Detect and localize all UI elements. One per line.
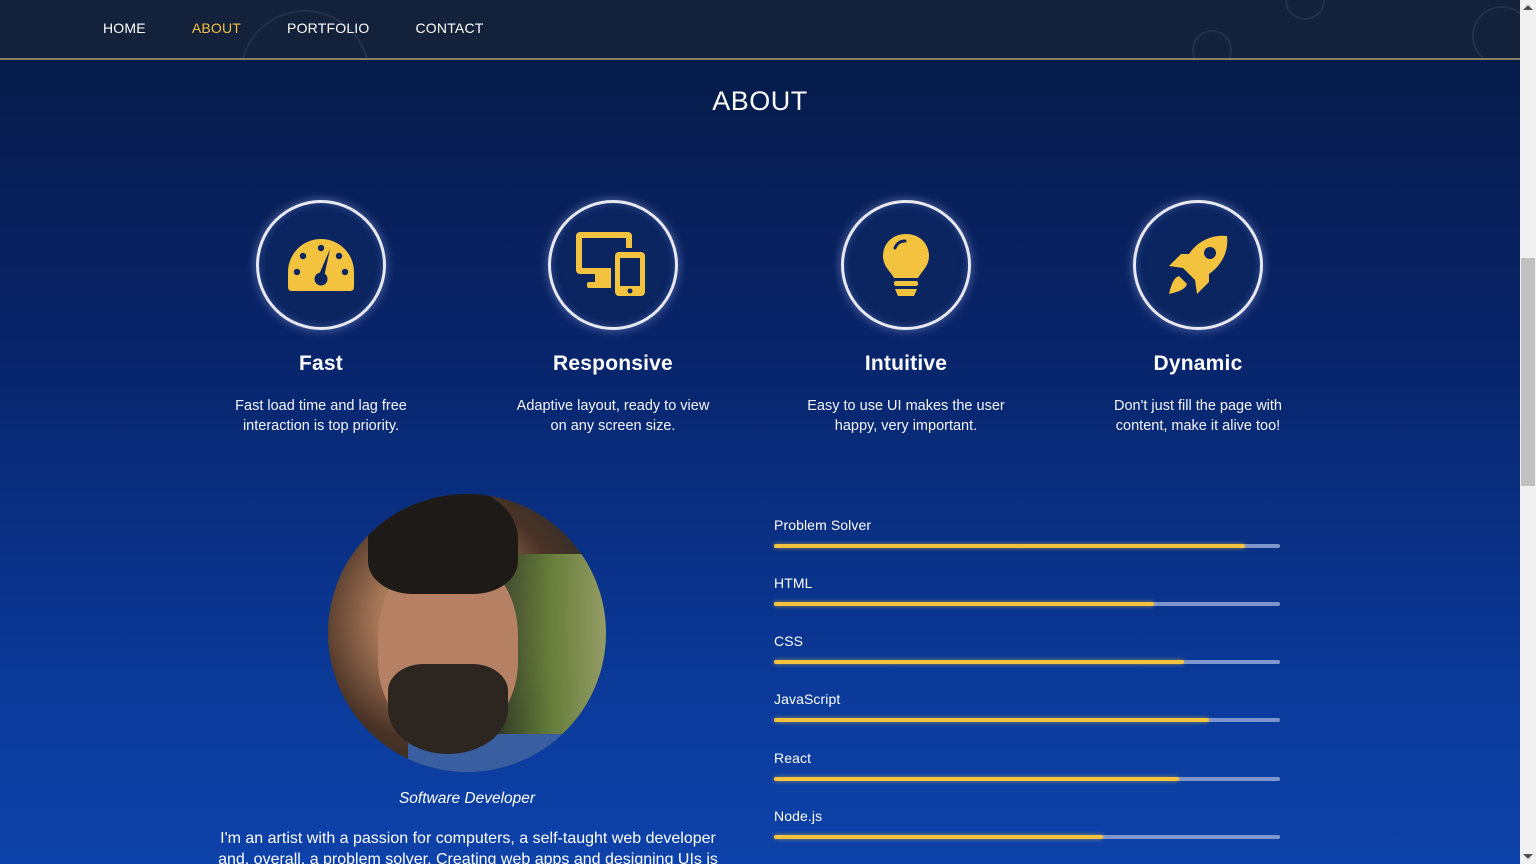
skill-label: React xyxy=(774,750,812,766)
feature-responsive: Responsive Adaptive layout, ready to vie… xyxy=(483,200,743,436)
feature-icon-circle xyxy=(548,200,678,330)
skill-item: React xyxy=(774,750,1280,781)
skill-bar-fill xyxy=(774,544,1245,548)
skill-item: Node.js xyxy=(774,808,1280,839)
feature-dynamic: Dynamic Don't just fill the page with co… xyxy=(1068,200,1328,436)
feature-description: Easy to use UI makes the user happy, ver… xyxy=(807,398,1005,434)
feature-icon-circle xyxy=(256,200,386,330)
skill-bar-track xyxy=(774,777,1280,781)
skill-label: HTML xyxy=(774,575,813,591)
speedometer-icon xyxy=(288,239,354,291)
feature-icon-circle xyxy=(841,200,971,330)
skill-label: Node.js xyxy=(774,808,823,824)
lightbulb-icon xyxy=(883,234,929,296)
skill-label: JavaScript xyxy=(774,691,841,707)
feature-title: Responsive xyxy=(553,352,673,375)
skill-bar-track xyxy=(774,602,1280,606)
nav-decoration xyxy=(1285,0,1325,20)
feature-title: Fast xyxy=(299,352,343,375)
avatar xyxy=(328,494,606,772)
skill-bar-fill xyxy=(774,602,1154,606)
feature-description: Fast load time and lag free interaction … xyxy=(235,398,407,434)
nav-decoration xyxy=(1192,30,1232,58)
skill-bar-track xyxy=(774,835,1280,839)
skill-item: HTML xyxy=(774,575,1280,606)
devices-icon xyxy=(576,232,649,300)
scrollbar-thumb[interactable] xyxy=(1521,258,1535,486)
navbar: HOME ABOUT PORTFOLIO CONTACT xyxy=(0,0,1520,60)
feature-title: Intuitive xyxy=(864,352,948,375)
nav-links: HOME ABOUT PORTFOLIO CONTACT xyxy=(103,20,530,36)
skill-bar-fill xyxy=(774,660,1184,664)
skill-bar-track xyxy=(774,718,1280,722)
scroll-down-arrow-icon[interactable] xyxy=(1523,854,1533,859)
feature-icon-circle xyxy=(1133,200,1263,330)
skill-label: CSS xyxy=(774,633,804,649)
nav-portfolio[interactable]: PORTFOLIO xyxy=(287,20,369,36)
skill-item: CSS xyxy=(774,633,1280,664)
feature-description: Don't just fill the page with content, m… xyxy=(1114,398,1282,434)
avatar-hair xyxy=(368,494,518,594)
profile-role: Software Developer xyxy=(398,790,536,807)
scroll-up-arrow-icon[interactable] xyxy=(1523,5,1533,10)
avatar-beard xyxy=(388,664,508,754)
nav-contact[interactable]: CONTACT xyxy=(416,20,484,36)
nav-decoration xyxy=(1472,6,1520,58)
feature-description: Adaptive layout, ready to view on any sc… xyxy=(516,398,710,434)
skill-bar-track xyxy=(774,544,1280,548)
page: HOME ABOUT PORTFOLIO CONTACT ABOUT Fast … xyxy=(0,0,1520,864)
skill-label: Problem Solver xyxy=(774,517,872,533)
section-title: ABOUT xyxy=(712,86,808,116)
skill-bar-track xyxy=(774,660,1280,664)
skill-item: Problem Solver xyxy=(774,517,1280,548)
feature-title: Dynamic xyxy=(1153,352,1243,375)
nav-home[interactable]: HOME xyxy=(103,20,146,36)
nav-about[interactable]: ABOUT xyxy=(192,20,241,36)
skill-item: JavaScript xyxy=(774,691,1280,722)
page-scrollbar[interactable] xyxy=(1520,0,1536,864)
profile-bio: I'm an artist with a passion for compute… xyxy=(218,830,718,864)
feature-fast: Fast Fast load time and lag free interac… xyxy=(191,200,451,436)
skill-bar-fill xyxy=(774,835,1103,839)
rocket-icon xyxy=(1169,235,1228,294)
skill-bar-fill xyxy=(774,777,1179,781)
feature-intuitive: Intuitive Easy to use UI makes the user … xyxy=(776,200,1036,436)
skill-bar-fill xyxy=(774,718,1210,722)
